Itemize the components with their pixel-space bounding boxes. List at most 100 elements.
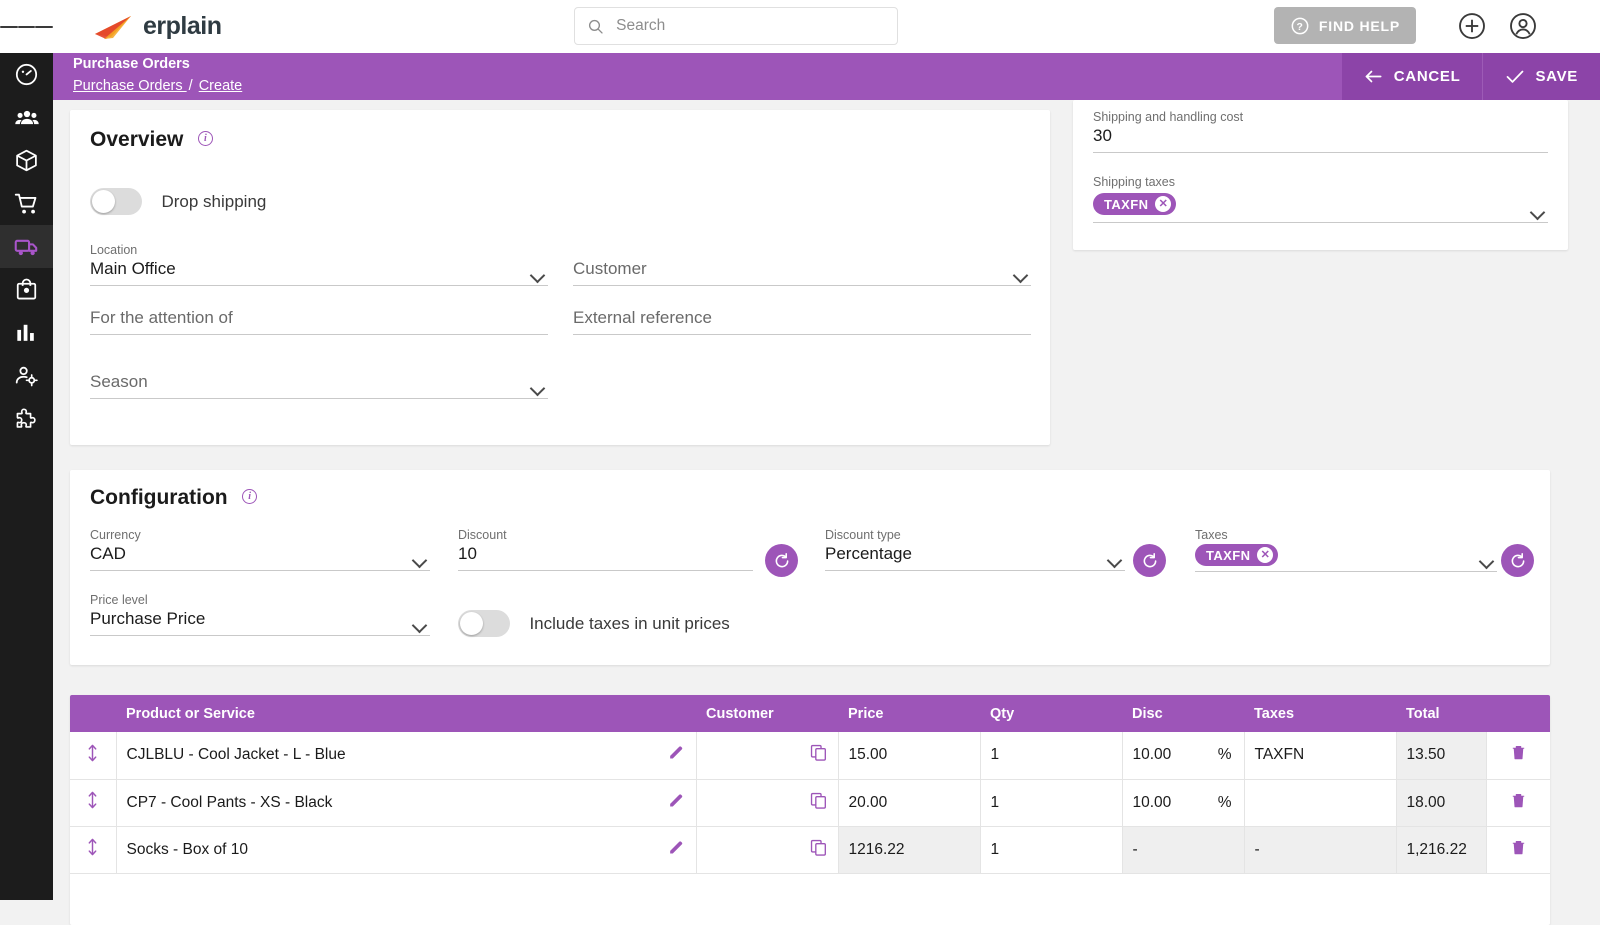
hamburger-menu-icon[interactable] xyxy=(0,0,54,53)
row-price[interactable]: 20.00 xyxy=(838,779,981,827)
shipping-cost-field[interactable]: Shipping and handling cost xyxy=(1093,110,1548,153)
shipping-taxes-field[interactable]: Shipping taxes TAXFN ✕ xyxy=(1093,175,1548,223)
row-disc[interactable]: 10.00 % xyxy=(1122,779,1245,827)
sidebar-item-dashboard[interactable] xyxy=(0,53,53,96)
row-total: 13.50 xyxy=(1396,732,1487,780)
pencil-icon[interactable] xyxy=(667,838,686,862)
discount-input[interactable] xyxy=(458,544,753,570)
shipping-card: Shipping and handling cost Shipping taxe… xyxy=(1073,100,1568,250)
trash-icon xyxy=(1512,746,1524,760)
row-customer[interactable] xyxy=(696,732,839,780)
sidebar-item-sales-orders[interactable] xyxy=(0,182,53,225)
season-field[interactable] xyxy=(90,372,548,399)
row-qty[interactable]: 1 xyxy=(980,826,1123,874)
row-drag-handle[interactable] xyxy=(70,779,117,827)
pencil-icon[interactable] xyxy=(667,743,686,767)
attention-input[interactable] xyxy=(90,308,548,334)
copy-icon[interactable] xyxy=(809,743,828,767)
plus-circle-icon[interactable] xyxy=(1457,11,1487,41)
user-circle-icon[interactable] xyxy=(1508,11,1538,41)
customer-input[interactable] xyxy=(573,259,1031,285)
discount-type-refresh-button[interactable] xyxy=(1133,544,1166,577)
copy-icon[interactable] xyxy=(809,838,828,862)
row-customer[interactable] xyxy=(696,826,839,874)
row-qty[interactable]: 1 xyxy=(980,779,1123,827)
row-taxes: - xyxy=(1244,826,1397,874)
breadcrumb-parent-link[interactable]: Purchase Orders xyxy=(73,78,187,94)
row-product[interactable]: CP7 - Cool Pants - XS - Black xyxy=(116,779,697,827)
sidebar-item-user-settings[interactable] xyxy=(0,354,53,397)
row-delete-button[interactable] xyxy=(1486,826,1550,874)
location-field[interactable]: Location xyxy=(90,243,548,286)
taxes-refresh-button[interactable] xyxy=(1501,544,1534,577)
cancel-button[interactable]: CANCEL xyxy=(1341,53,1483,100)
row-drag-handle[interactable] xyxy=(70,826,117,874)
chevron-down-icon xyxy=(1479,556,1495,566)
info-icon[interactable]: i xyxy=(242,489,258,505)
tax-chip-label: TAXFN xyxy=(1206,547,1251,563)
search-input[interactable] xyxy=(616,17,885,35)
refresh-icon xyxy=(1511,552,1524,567)
search-icon xyxy=(588,19,603,34)
search-box[interactable] xyxy=(574,7,898,45)
drop-shipping-toggle[interactable] xyxy=(90,188,142,215)
taxes-label: Taxes xyxy=(1195,528,1228,542)
sidebar-item-reports[interactable] xyxy=(0,311,53,354)
info-icon[interactable]: i xyxy=(197,131,213,147)
taxes-field[interactable]: Taxes TAXFN ✕ xyxy=(1195,528,1497,572)
app-logo[interactable]: erplain xyxy=(91,0,222,53)
row-qty[interactable]: 1 xyxy=(980,732,1123,780)
close-icon[interactable]: ✕ xyxy=(1155,196,1172,212)
row-product[interactable]: CJLBLU - Cool Jacket - L - Blue xyxy=(116,732,697,780)
sidebar-item-customers[interactable] xyxy=(0,96,53,139)
row-taxes[interactable]: TAXFN xyxy=(1244,732,1397,780)
season-input[interactable] xyxy=(90,372,548,398)
row-price[interactable]: 15.00 xyxy=(838,732,981,780)
sidebar-item-integrations[interactable] xyxy=(0,397,53,440)
row-product[interactable]: Socks - Box of 10 xyxy=(116,826,697,874)
currency-input[interactable] xyxy=(90,544,430,570)
currency-field[interactable]: Currency xyxy=(90,528,430,571)
external-reference-input[interactable] xyxy=(573,308,1031,334)
package-box-icon xyxy=(16,149,37,172)
row-delete-button[interactable] xyxy=(1486,779,1550,827)
discount-type-field[interactable]: Discount type xyxy=(825,528,1125,571)
save-button[interactable]: SAVE xyxy=(1482,53,1600,100)
refresh-icon xyxy=(775,552,788,567)
sidebar-item-purchase-orders[interactable] xyxy=(0,225,53,268)
discount-refresh-button[interactable] xyxy=(765,544,798,577)
pencil-icon[interactable] xyxy=(667,791,686,815)
user-gear-icon xyxy=(15,366,38,387)
location-input[interactable] xyxy=(90,259,548,285)
trash-icon xyxy=(1512,793,1524,807)
row-drag-handle[interactable] xyxy=(70,732,117,780)
sidebar-item-products[interactable] xyxy=(0,139,53,182)
copy-icon[interactable] xyxy=(809,791,828,815)
shipping-cost-input[interactable] xyxy=(1093,126,1548,152)
external-reference-field[interactable] xyxy=(573,308,1031,335)
discount-type-input[interactable] xyxy=(825,544,1125,570)
location-label: Location xyxy=(90,243,138,257)
shipping-tax-chip[interactable]: TAXFN ✕ xyxy=(1093,193,1177,215)
customer-field[interactable] xyxy=(573,243,1031,286)
breadcrumb-current-link[interactable]: Create xyxy=(199,78,243,94)
drag-updown-icon xyxy=(88,791,97,809)
close-icon[interactable]: ✕ xyxy=(1257,547,1274,563)
row-product-text: CJLBLU - Cool Jacket - L - Blue xyxy=(126,746,346,764)
col-price: Price xyxy=(838,695,980,732)
row-taxes[interactable] xyxy=(1244,779,1397,827)
col-customer: Customer xyxy=(696,695,838,732)
attention-field[interactable] xyxy=(90,308,548,335)
price-level-field[interactable]: Price level xyxy=(90,593,430,636)
row-delete-button[interactable] xyxy=(1486,732,1550,780)
discount-field[interactable]: Discount xyxy=(458,528,753,571)
table-row: Socks - Box of 10 1216.22 1 - - 1,216.22 xyxy=(70,826,1550,874)
tax-chip[interactable]: TAXFN ✕ xyxy=(1195,544,1279,566)
row-disc-text: - xyxy=(1132,840,1138,858)
include-taxes-toggle[interactable] xyxy=(458,610,510,637)
row-disc[interactable]: 10.00 % xyxy=(1122,732,1245,780)
price-level-input[interactable] xyxy=(90,609,430,635)
sidebar-item-inventory[interactable] xyxy=(0,268,53,311)
row-customer[interactable] xyxy=(696,779,839,827)
find-help-button[interactable]: ? FIND HELP xyxy=(1273,7,1416,44)
